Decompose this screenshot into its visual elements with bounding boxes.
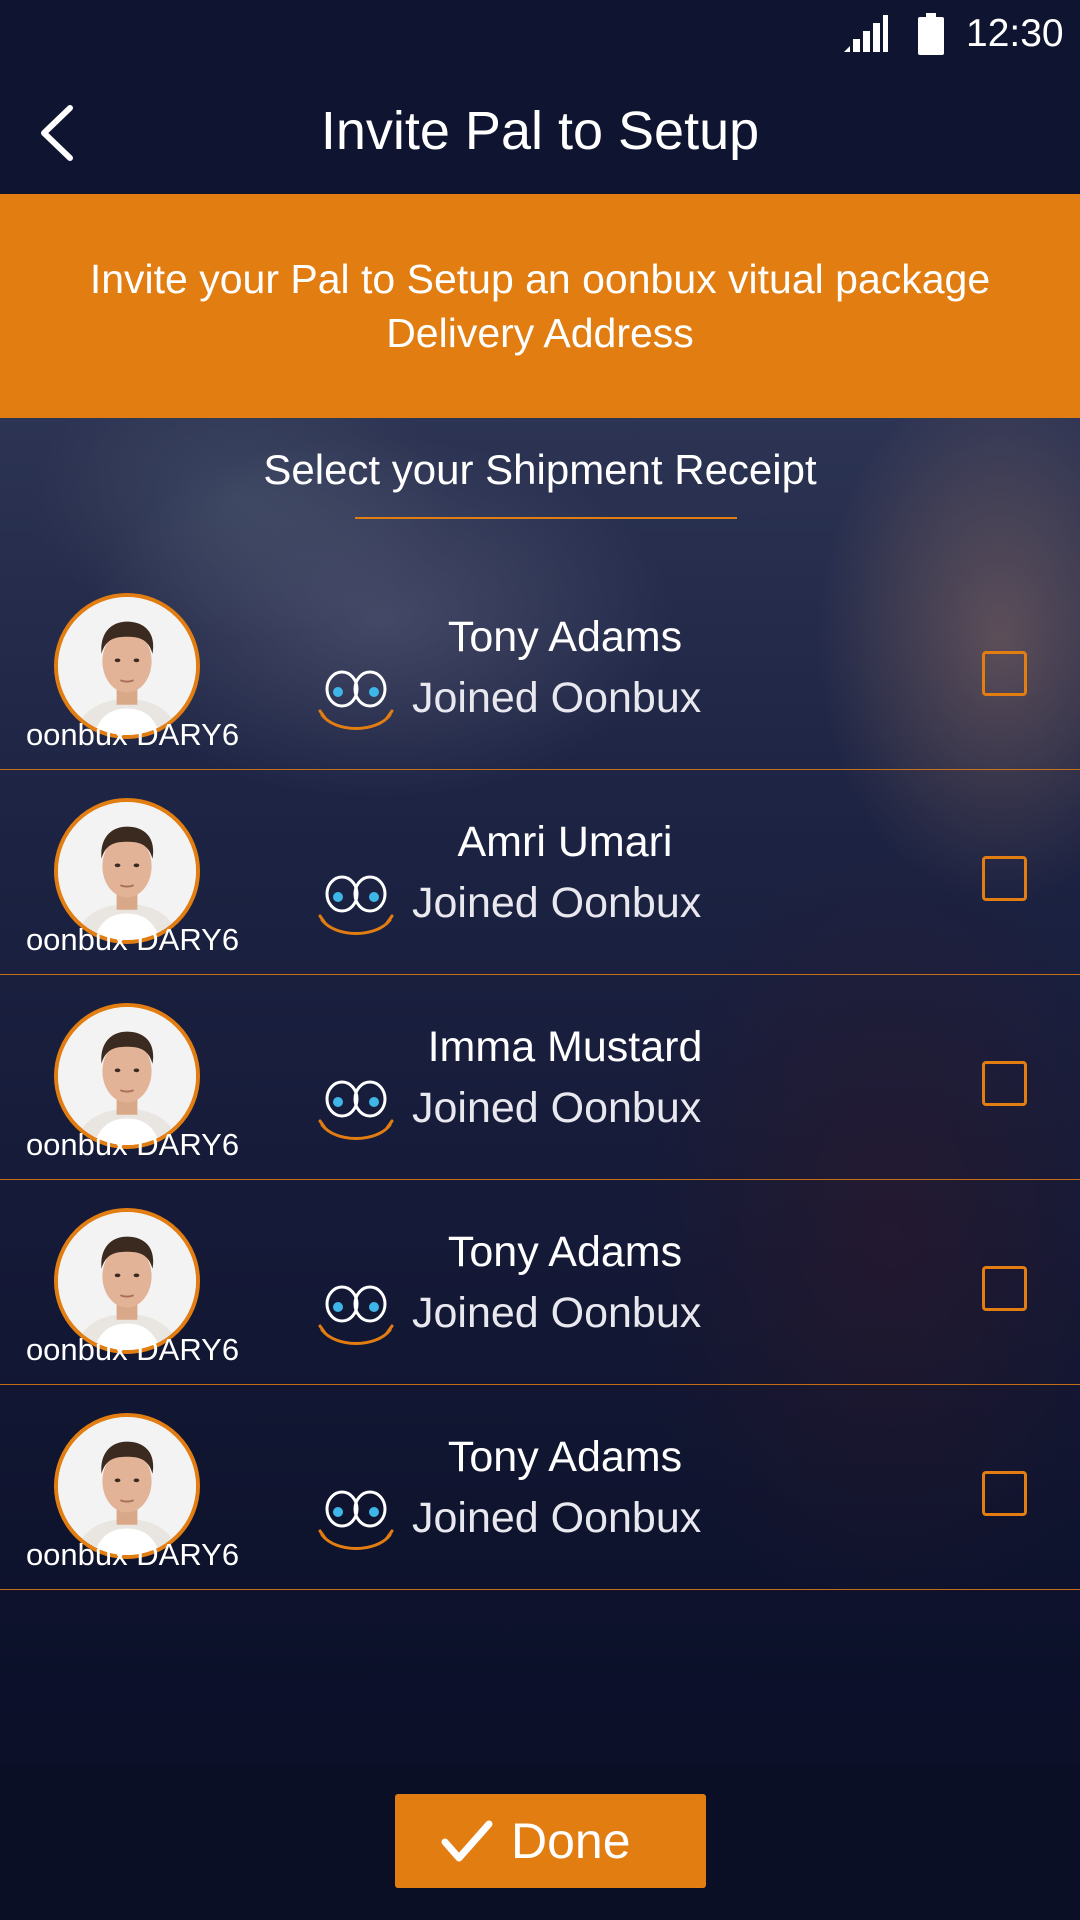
app-header: Invite Pal to Setup [0,68,1080,194]
contact-status: Joined Oonbux [412,1084,702,1132]
done-button[interactable]: Done [395,1794,706,1888]
contact-status: Joined Oonbux [412,1289,702,1337]
oonbux-eyes-icon [316,665,396,733]
oonbux-eyes-icon [316,1485,396,1553]
contact-row[interactable]: oonbux DARY6 Imma Mustard Joined Oonbux [0,975,1080,1180]
oonbux-eyes-icon [316,870,396,938]
select-checkbox[interactable] [982,1266,1027,1311]
contact-name: Tony Adams [447,613,683,661]
status-time: 12:30 [966,12,1064,55]
checkmark-icon [441,1820,493,1862]
contact-row[interactable]: oonbux DARY6 Amri Umari Joined Oonbux [0,770,1080,975]
page-title: Invite Pal to Setup [320,101,760,161]
contact-status: Joined Oonbux [412,1494,702,1542]
battery-icon [918,13,944,55]
select-checkbox[interactable] [982,1471,1027,1516]
select-checkbox[interactable] [982,856,1027,901]
select-checkbox[interactable] [982,1061,1027,1106]
contact-name: Imma Mustard [427,1023,703,1071]
contact-handle: oonbux DARY6 [25,1127,240,1162]
oonbux-eyes-icon [316,1075,396,1143]
contact-status: Joined Oonbux [412,674,702,722]
contact-row[interactable]: oonbux DARY6 Tony Adams Joined Oonbux [0,1180,1080,1385]
contact-list: oonbux DARY6 Tony Adams Joined Oonbux oo… [0,520,1080,1760]
contact-handle: oonbux DARY6 [25,1332,240,1367]
contact-status: Joined Oonbux [412,879,702,927]
done-label: Done [511,1813,631,1869]
status-bar: 12:30 [0,0,1080,68]
contact-handle: oonbux DARY6 [25,922,240,957]
invite-banner: Invite your Pal to Setup an oonbux vitua… [0,194,1080,418]
chevron-left-icon[interactable] [30,98,90,168]
section-underline [355,517,737,519]
select-checkbox[interactable] [982,651,1027,696]
banner-text: Invite your Pal to Setup an oonbux vitua… [89,256,991,356]
contact-handle: oonbux DARY6 [25,717,240,752]
signal-icon [844,15,888,52]
oonbux-eyes-icon [316,1280,396,1348]
contact-row[interactable]: oonbux DARY6 Tony Adams Joined Oonbux [0,1385,1080,1590]
contact-name: Tony Adams [447,1433,683,1481]
contact-handle: oonbux DARY6 [25,1537,240,1572]
contact-row[interactable]: oonbux DARY6 Tony Adams Joined Oonbux [0,520,1080,770]
contact-name: Amri Umari [457,818,673,866]
contact-name: Tony Adams [447,1228,683,1276]
section-title: Select your Shipment Receipt [263,446,817,493]
